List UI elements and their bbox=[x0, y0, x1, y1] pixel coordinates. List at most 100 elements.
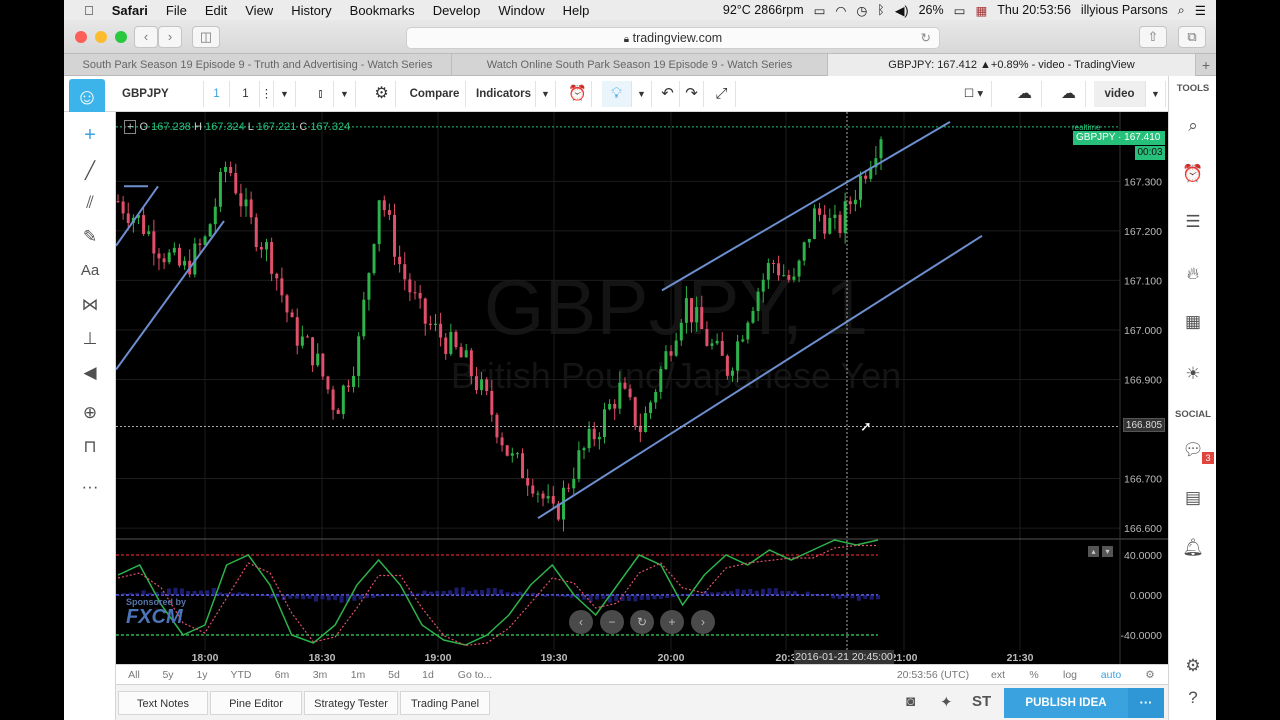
pane-close-icon[interactable]: ▾ bbox=[1102, 546, 1113, 557]
scroll-right-icon[interactable]: › bbox=[691, 610, 715, 634]
notifications-bell-icon[interactable]: 🔔︎ bbox=[1169, 532, 1217, 564]
trend-line-icon[interactable]: ╱ bbox=[64, 156, 116, 186]
publish-more-button[interactable]: ··· bbox=[1128, 688, 1164, 718]
menu-file[interactable]: File bbox=[157, 3, 196, 18]
minimize-window-button[interactable] bbox=[95, 31, 107, 43]
chart-svg[interactable]: 18:00 18:30 19:00 19:30 20:00 20:3 21:00 21:301… bbox=[116, 112, 1168, 664]
interval-more-icon[interactable]: ⋮ bbox=[260, 81, 274, 107]
indicators-button[interactable]: Indicators bbox=[472, 81, 536, 107]
volume-icon[interactable]: ◀) bbox=[890, 3, 914, 18]
range-ytd[interactable]: YTD bbox=[224, 665, 258, 685]
menu-edit[interactable]: Edit bbox=[196, 3, 236, 18]
redo-icon[interactable]: ↷ bbox=[680, 81, 704, 107]
interval-dropdown-icon[interactable]: ▼ bbox=[274, 81, 296, 107]
private-chat-icon[interactable]: ▤ bbox=[1169, 482, 1217, 514]
address-bar[interactable]: 🔒︎ tradingview.com ↻ bbox=[406, 27, 940, 49]
goto-date[interactable]: Go to... bbox=[450, 665, 500, 685]
forward-button[interactable]: › bbox=[158, 26, 182, 48]
range-1y[interactable]: 1y bbox=[188, 665, 216, 685]
tabs-overview-icon[interactable]: ⧉ bbox=[1178, 26, 1206, 48]
symbol-input[interactable]: GBPJPY bbox=[116, 81, 204, 107]
help-icon[interactable]: ? bbox=[1169, 682, 1217, 714]
flag-icon[interactable]: ▦ bbox=[970, 3, 992, 18]
legend-toggle-icon[interactable]: + bbox=[124, 120, 137, 134]
zoom-in-button-icon[interactable]: + bbox=[660, 610, 684, 634]
stocktwits-icon[interactable]: ST bbox=[972, 693, 991, 710]
reset-chart-icon[interactable]: ↻ bbox=[630, 610, 654, 634]
temperature-status[interactable]: 92°C 2866rpm bbox=[718, 3, 809, 17]
close-window-button[interactable] bbox=[75, 31, 87, 43]
log-toggle[interactable]: log bbox=[1056, 665, 1084, 685]
ext-toggle[interactable]: ext bbox=[986, 665, 1010, 685]
text-notes-tab[interactable]: Text Notes bbox=[118, 691, 208, 715]
ideas-bulb-icon[interactable]: 💡︎ bbox=[602, 81, 632, 107]
magnet-icon[interactable]: ⊓ bbox=[64, 432, 116, 462]
settings-gear-icon[interactable]: ⚙ bbox=[368, 81, 396, 107]
data-window-icon[interactable]: ☰ bbox=[1169, 206, 1217, 238]
fullscreen-icon[interactable]: ⤢ bbox=[708, 81, 736, 107]
airplay-icon[interactable]: ▭ bbox=[809, 3, 831, 18]
pane-maximize-icon[interactable]: ▴ bbox=[1088, 546, 1099, 557]
strategy-tester-tab[interactable]: Strategy Tester bbox=[304, 691, 398, 715]
menu-safari[interactable]: Safari bbox=[103, 3, 157, 18]
snapshot-camera-icon[interactable]: ◙ bbox=[906, 693, 915, 710]
range-5y[interactable]: 5y bbox=[154, 665, 182, 685]
timemachine-icon[interactable]: ◷ bbox=[851, 3, 872, 18]
undo-icon[interactable]: ↶ bbox=[656, 81, 680, 107]
ideas-light-icon[interactable]: ☀ bbox=[1169, 358, 1217, 390]
share-icon[interactable]: ⇧ bbox=[1139, 26, 1167, 48]
bluetooth-icon[interactable]: ᛒ bbox=[872, 3, 890, 17]
scroll-left-icon[interactable]: ‹ bbox=[569, 610, 593, 634]
sidebar-icon[interactable]: ◫ bbox=[192, 26, 220, 48]
zoom-window-button[interactable] bbox=[115, 31, 127, 43]
candle-style-icon[interactable]: ⫾ bbox=[308, 81, 334, 107]
range-all[interactable]: All bbox=[120, 665, 148, 685]
auto-toggle[interactable]: auto bbox=[1094, 665, 1128, 685]
pitchfork-icon[interactable]: ⫽ bbox=[64, 188, 116, 218]
bug-report-icon[interactable]: ⚙ bbox=[1169, 650, 1217, 682]
menu-bookmarks[interactable]: Bookmarks bbox=[341, 3, 424, 18]
interval-input[interactable]: 1 bbox=[232, 81, 260, 107]
layout-name-button[interactable]: video bbox=[1094, 81, 1146, 107]
alert-add-icon[interactable]: ⏰ bbox=[564, 81, 592, 107]
twitter-icon[interactable]: ✦ bbox=[940, 693, 953, 711]
pine-editor-tab[interactable]: Pine Editor bbox=[210, 691, 302, 715]
battery-status[interactable]: 26% bbox=[914, 3, 949, 17]
tab-southpark-1[interactable]: South Park Season 19 Episode 9 - Truth a… bbox=[64, 54, 452, 76]
hotlists-flame-icon[interactable]: 🔥︎ bbox=[1169, 258, 1217, 290]
cloud-save-icon[interactable]: ☁ bbox=[1052, 81, 1086, 107]
cloud-load-icon[interactable]: ☁ bbox=[1008, 81, 1042, 107]
range-3m[interactable]: 3m bbox=[306, 665, 334, 685]
compare-button[interactable]: Compare bbox=[404, 81, 466, 107]
clock[interactable]: Thu 20:53:56 bbox=[992, 3, 1076, 17]
menu-window[interactable]: Window bbox=[489, 3, 553, 18]
layout-dropdown-icon[interactable]: ▼ bbox=[1146, 81, 1166, 107]
publish-idea-button[interactable]: PUBLISH IDEA bbox=[1004, 688, 1128, 718]
zoom-out-icon[interactable]: − bbox=[600, 610, 624, 634]
reload-icon[interactable]: ↻ bbox=[921, 28, 931, 48]
layout-color-icon[interactable]: ☐ ▾ bbox=[956, 81, 992, 107]
wifi-icon[interactable]: ◠ bbox=[830, 3, 851, 18]
tab-southpark-2[interactable]: Watch Online South Park Season 19 Episod… bbox=[452, 54, 828, 76]
range-6m[interactable]: 6m bbox=[268, 665, 296, 685]
measure-icon[interactable]: ⊥ bbox=[64, 324, 116, 354]
bulb-dropdown-icon[interactable]: ▼ bbox=[632, 81, 652, 107]
indicators-dropdown-icon[interactable]: ▼ bbox=[536, 81, 556, 107]
apple-icon[interactable]:  bbox=[64, 3, 103, 18]
trading-panel-tab[interactable]: Trading Panel bbox=[400, 691, 490, 715]
chart-area[interactable]: GBPJPY, 1 British Pound/Japanese Yen 18:… bbox=[116, 112, 1168, 664]
style-dropdown-icon[interactable]: ▼ bbox=[334, 81, 356, 107]
zoom-in-icon[interactable]: ⊕ bbox=[64, 398, 116, 428]
crosshair-icon[interactable]: + bbox=[64, 120, 116, 150]
more-tools-icon[interactable]: ··· bbox=[64, 472, 116, 502]
calendar-icon[interactable]: ▦ bbox=[1169, 306, 1217, 338]
fxcm-logo[interactable]: FXCM bbox=[126, 606, 183, 629]
new-tab-button[interactable]: + bbox=[1196, 54, 1216, 76]
notification-center-icon[interactable]: ☰ bbox=[1190, 3, 1216, 18]
tab-tradingview[interactable]: GBPJPY: 167.412 ▲+0.89% - video - Tradin… bbox=[828, 54, 1196, 76]
range-1m[interactable]: 1m bbox=[344, 665, 372, 685]
percent-toggle[interactable]: % bbox=[1022, 665, 1046, 685]
utc-clock[interactable]: 20:53:56 (UTC) bbox=[894, 665, 972, 685]
spotlight-icon[interactable]: ⌕ bbox=[1173, 3, 1190, 18]
alerts-clock-icon[interactable]: ⏰ bbox=[1169, 158, 1217, 190]
